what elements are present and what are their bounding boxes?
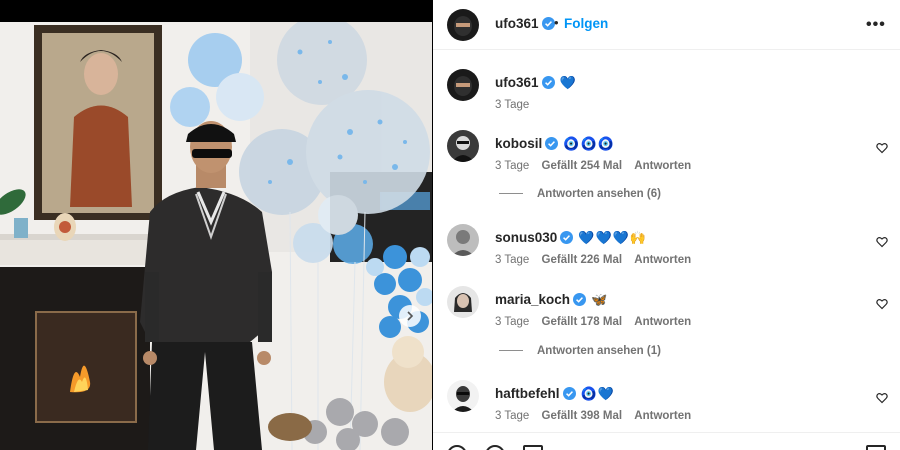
comment-username[interactable]: maria_koch [495,292,570,307]
comment-username[interactable]: kobosil [495,136,542,151]
comment-time: 3 Tage [495,410,530,422]
save-icon[interactable] [866,445,886,450]
comment-time: 3 Tage [495,254,530,266]
verified-badge-icon [541,17,555,30]
comment-likes[interactable]: Gefällt 178 Mal [542,316,623,328]
comment-meta: 3 Tage Gefällt 178 Mal Antworten [495,316,700,328]
photo-illustration [0,22,432,450]
comment-likes[interactable]: Gefällt 254 Mal [542,160,623,172]
post-header: ufo361 • Folgen ••• [433,0,900,50]
comment-meta: 3 Tage Gefällt 226 Mal Antworten [495,254,700,266]
heart-outline-icon[interactable] [876,298,888,310]
separator-dot: • [554,15,559,30]
avatar-image [447,130,479,162]
follow-button[interactable]: Folgen [564,16,608,31]
heart-outline-icon[interactable] [876,236,888,248]
post-action-bar [433,432,900,450]
chevron-right-icon [407,311,414,321]
comment-avatar[interactable] [447,130,479,162]
comment-avatar[interactable] [447,224,479,256]
comment-text: sonus030 💙💙💙🙌 [495,230,647,246]
view-replies-button[interactable]: Antworten ansehen (1) [499,345,661,357]
verified-badge-icon [545,137,559,150]
verified-badge-icon [541,76,555,89]
avatar-image [447,286,479,318]
comment-time: 3 Tage [495,316,530,328]
share-icon[interactable] [523,445,543,450]
post-photo[interactable] [0,22,432,450]
carousel-next-button[interactable] [399,305,421,327]
view-replies-label: Antworten ansehen (1) [537,345,661,357]
avatar-image [447,69,479,101]
comment-meta: 3 Tage Gefällt 254 Mal Antworten [495,160,700,172]
view-replies-button[interactable]: Antworten ansehen (6) [499,188,661,200]
instagram-post-modal: ufo361 • Folgen ••• ufo361 💙 3 Tage kobo… [0,0,900,450]
reply-button[interactable]: Antworten [634,410,691,422]
like-icon[interactable] [447,445,467,450]
caption-avatar[interactable] [447,69,479,101]
comment-emojis: 🧿💙 [580,386,615,401]
avatar-image [447,224,479,256]
heart-outline-icon[interactable] [876,142,888,154]
caption-meta: 3 Tage [495,99,538,111]
comment-meta: 3 Tage Gefällt 398 Mal Antworten [495,410,700,422]
comment-text: kobosil 🧿🧿🧿 [495,136,615,152]
comment-avatar[interactable] [447,380,479,412]
verified-badge-icon [562,387,576,400]
post-side-panel: ufo361 • Folgen ••• ufo361 💙 3 Tage kobo… [433,0,900,450]
comment-username[interactable]: haftbefehl [495,386,560,401]
caption-text: ufo361 💙 [495,75,577,91]
comment-username[interactable]: sonus030 [495,230,557,245]
comment-avatar[interactable] [447,286,479,318]
comment-emojis: 💙💙💙🙌 [578,230,648,245]
comment-text: maria_koch 🦋 [495,292,608,308]
verified-badge-icon [573,293,587,306]
caption-username[interactable]: ufo361 [495,75,539,90]
reply-button[interactable]: Antworten [634,160,691,172]
comment-icon[interactable] [485,445,505,450]
caption-time: 3 Tage [495,99,530,111]
more-options-button[interactable]: ••• [866,16,886,34]
avatar-image [447,9,479,41]
heart-outline-icon[interactable] [876,392,888,404]
replies-line [499,350,523,351]
author-avatar[interactable] [447,9,479,41]
comment-emojis: 🧿🧿🧿 [563,136,615,151]
replies-line [499,193,523,194]
comment-text: haftbefehl 🧿💙 [495,386,615,402]
view-replies-label: Antworten ansehen (6) [537,188,661,200]
comment-likes[interactable]: Gefällt 398 Mal [542,410,623,422]
comment-time: 3 Tage [495,160,530,172]
author-username: ufo361 [495,16,539,31]
reply-button[interactable]: Antworten [634,254,691,266]
comment-likes[interactable]: Gefällt 226 Mal [542,254,623,266]
verified-badge-icon [560,231,574,244]
author-username-link[interactable]: ufo361 [495,16,555,31]
comment-emojis: 🦋 [591,292,609,307]
caption-emojis: 💙 [559,75,577,90]
reply-button[interactable]: Antworten [634,316,691,328]
avatar-image [447,380,479,412]
